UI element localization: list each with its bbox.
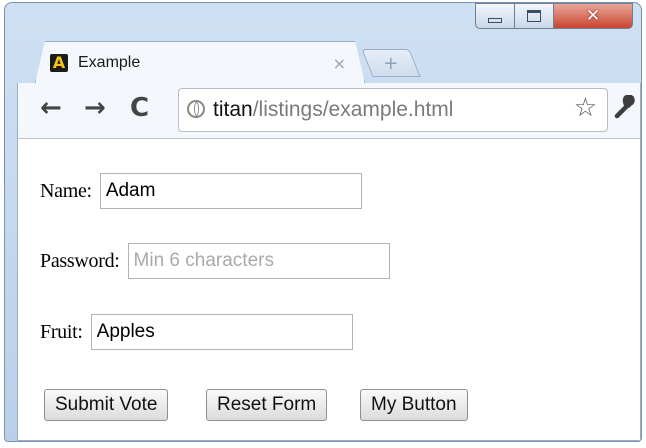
browser-toolbar: ← → C titan/listings/example.html ☆ <box>17 83 641 139</box>
favicon-letter: A <box>52 53 66 72</box>
submit-vote-button[interactable]: Submit Vote <box>44 389 169 421</box>
address-bar[interactable]: titan/listings/example.html ☆ <box>178 88 608 132</box>
maximize-button[interactable] <box>514 3 554 29</box>
name-label: Name: <box>40 179 92 202</box>
browser-window: ✕ A Example × + ← → C titan/listings/exa… <box>4 2 642 442</box>
new-tab-button[interactable]: + <box>361 49 421 77</box>
favicon-icon: A <box>50 54 68 72</box>
name-input[interactable] <box>99 173 362 209</box>
tab-title: Example <box>78 54 141 71</box>
fruit-label: Fruit: <box>40 320 83 343</box>
url-path: /listings/example.html <box>252 98 454 121</box>
tab-close-icon[interactable]: × <box>333 54 346 73</box>
close-window-button[interactable]: ✕ <box>553 3 633 29</box>
url-text: titan/listings/example.html <box>213 98 453 122</box>
bookmark-star-icon[interactable]: ☆ <box>574 95 597 121</box>
forward-button[interactable]: → <box>84 95 106 121</box>
wrench-icon[interactable] <box>612 95 638 121</box>
url-host: titan <box>213 98 253 121</box>
reset-form-button[interactable]: Reset Form <box>206 389 328 421</box>
back-button[interactable]: ← <box>40 95 62 121</box>
minimize-button[interactable] <box>475 3 515 29</box>
close-icon: ✕ <box>585 5 601 26</box>
globe-icon <box>187 100 205 118</box>
page-content: Name: Password: Fruit: Submit Vote Reset… <box>17 139 641 441</box>
reload-button[interactable]: C <box>130 95 149 121</box>
password-input[interactable] <box>127 243 390 279</box>
maximize-icon <box>527 10 541 22</box>
fruit-row: Fruit: <box>40 314 353 350</box>
minimize-icon <box>488 17 502 23</box>
fruit-input[interactable] <box>90 314 353 350</box>
plus-icon: + <box>383 52 399 74</box>
tab-example[interactable]: A Example × <box>35 41 365 83</box>
my-button[interactable]: My Button <box>360 389 468 421</box>
password-row: Password: <box>40 243 390 279</box>
password-label: Password: <box>40 249 120 272</box>
name-row: Name: <box>40 173 362 209</box>
